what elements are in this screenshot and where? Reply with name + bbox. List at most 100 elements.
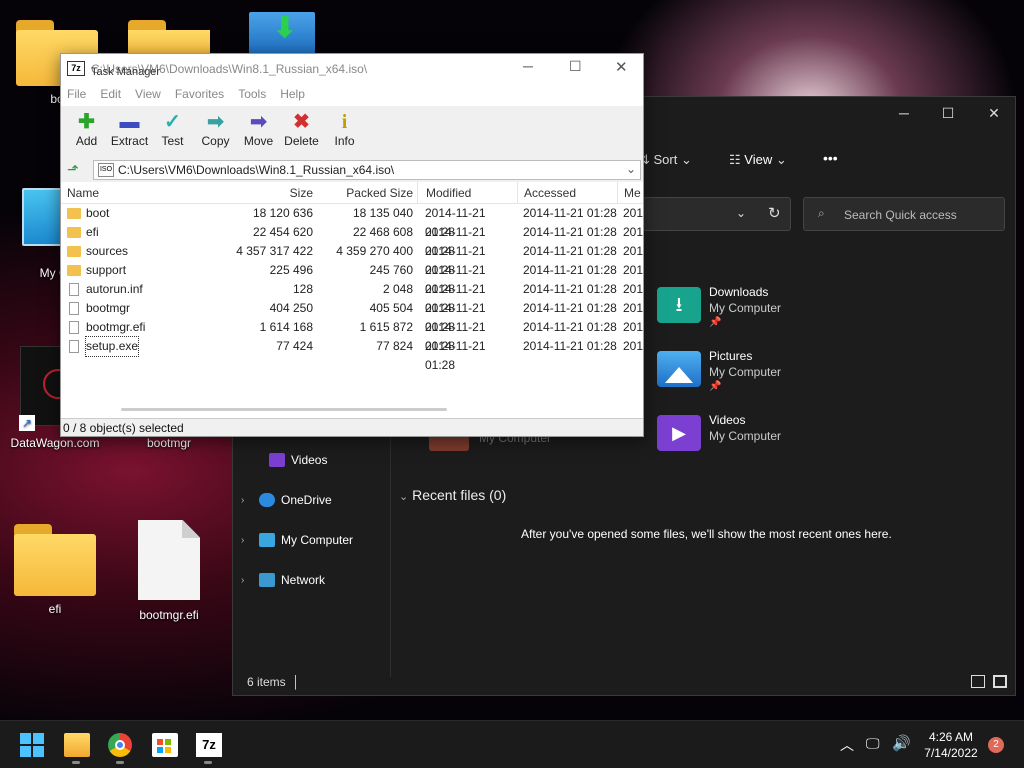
cloud-icon: [259, 493, 275, 507]
view-button[interactable]: ☷ View ⌄: [729, 152, 787, 168]
chrome-taskbar-icon[interactable]: [108, 733, 132, 757]
notification-badge[interactable]: 2: [988, 737, 1004, 753]
chevron-right-icon[interactable]: ›: [241, 535, 259, 546]
title-bar[interactable]: 7z C:\Users\VM6\Downloads\Win8.1_Russian…: [61, 54, 643, 84]
recent-files-title: Recent files (0): [412, 487, 507, 503]
7zip-taskbar-icon[interactable]: 7z: [196, 733, 222, 757]
table-row[interactable]: setup.exe 77 424 77 824 2014-11-21 01:28 201…: [61, 336, 643, 372]
tool-label: Move: [243, 134, 274, 148]
file-list[interactable]: Name Size Packed Size Modified Accessed …: [61, 182, 643, 418]
store-taskbar-icon[interactable]: [152, 733, 178, 757]
chevron-down-icon[interactable]: ⌄: [399, 491, 408, 503]
desktop-icon-bootmgr-efi[interactable]: bootmgr.efi: [114, 520, 224, 622]
chevron-down-icon[interactable]: ⌄: [736, 206, 746, 220]
maximize-button[interactable]: ☐: [933, 105, 963, 127]
file-name: autorun.inf: [86, 282, 143, 296]
info-button[interactable]: i Info: [323, 106, 366, 158]
minimize-button[interactable]: ─: [523, 58, 533, 74]
extract-button[interactable]: ▬ Extract: [108, 106, 151, 158]
pin-icon: 📌: [709, 317, 722, 328]
tiles-view-icon[interactable]: [993, 675, 1007, 688]
start-button-windows-icon[interactable]: [20, 733, 46, 757]
delete-button[interactable]: ✖ Delete: [280, 106, 323, 158]
cell-more: 201: [623, 339, 643, 353]
network-icon[interactable]: 🖵: [866, 735, 880, 752]
column-header-size[interactable]: Size: [221, 182, 317, 203]
chevron-down-icon[interactable]: ⌄: [626, 162, 636, 176]
quick-access-videos[interactable]: ▶ Videos My Computer: [657, 413, 917, 469]
close-button[interactable]: ✕: [615, 58, 628, 76]
file-name: bootmgr: [86, 301, 131, 315]
more-options-button[interactable]: •••: [823, 150, 838, 166]
nav-item-network[interactable]: › Network: [241, 569, 325, 591]
nav-item-label: Videos: [291, 453, 328, 467]
cell-size: 128: [292, 282, 313, 296]
column-header-accessed[interactable]: Accessed: [517, 182, 617, 203]
tool-label: Add: [75, 134, 98, 148]
recent-files-header[interactable]: ⌄ Recent files (0): [399, 487, 506, 503]
column-header-packed-size[interactable]: Packed Size: [317, 182, 417, 203]
monitor-download-icon[interactable]: ⬇: [249, 12, 315, 54]
refresh-icon[interactable]: ↻: [768, 204, 781, 222]
cell-more: 201: [623, 301, 643, 315]
cell-name: autorun.inf: [61, 280, 221, 299]
nav-item-my-computer[interactable]: › My Computer: [241, 529, 353, 551]
table-row[interactable]: bootmgr 404 250 405 504 2014-11-21 01:28 201…: [61, 299, 643, 334]
table-row[interactable]: boot 18 120 636 18 135 040 2014-11-21 01:28…: [61, 204, 643, 239]
volume-icon[interactable]: 🔊: [892, 734, 911, 752]
view-label: View: [744, 152, 773, 167]
table-row[interactable]: bootmgr.efi 1 614 168 1 615 872 2014-11-21 …: [61, 318, 643, 353]
chevron-up-icon[interactable]: ︿: [840, 735, 854, 755]
table-row[interactable]: support 225 496 245 760 2014-11-21 01:28 201…: [61, 261, 643, 296]
folder-icon[interactable]: [128, 20, 210, 60]
cell-name: efi: [61, 223, 221, 242]
desktop-icon-label: bootmgr.efi: [139, 608, 199, 622]
path-combobox[interactable]: ISO C:\Users\VM6\Downloads\Win8.1_Russia…: [93, 160, 641, 180]
menu-file[interactable]: File: [67, 84, 86, 106]
quick-access-pictures[interactable]: Pictures My Computer 📌: [657, 349, 917, 405]
copy-button[interactable]: ➡ Copy: [194, 106, 237, 158]
maximize-button[interactable]: ☐: [569, 58, 582, 75]
quick-access-location: My Computer: [709, 429, 782, 443]
7zip-file-manager-window[interactable]: 7z C:\Users\VM6\Downloads\Win8.1_Russian…: [60, 53, 644, 437]
menu-help[interactable]: Help: [280, 84, 305, 106]
file-explorer-taskbar-icon[interactable]: [64, 733, 90, 757]
cell-packed-size: 245 760: [369, 263, 413, 277]
move-button[interactable]: ➡ Move: [237, 106, 280, 158]
nav-item-onedrive[interactable]: › OneDrive: [241, 489, 332, 511]
minimize-button[interactable]: ─: [889, 105, 919, 127]
sort-button[interactable]: ⇅ Sort ⌄: [639, 152, 692, 168]
add-button[interactable]: ✚ Add: [65, 106, 108, 158]
menu-favorites[interactable]: Favorites: [175, 84, 224, 106]
clock[interactable]: 4:26 AM 7/14/2022: [920, 729, 982, 761]
desktop-icon-efi[interactable]: efi: [0, 524, 110, 616]
chevron-right-icon[interactable]: ›: [241, 575, 259, 586]
cell-name: sources: [61, 242, 221, 261]
desktop-icon-bootmgr[interactable]: bootmgr: [114, 436, 224, 450]
column-header-name[interactable]: Name: [61, 182, 221, 203]
chevron-right-icon[interactable]: ›: [241, 495, 259, 506]
downloads-folder-icon: ⭳: [657, 287, 701, 323]
cell-more: 201: [623, 244, 643, 258]
menu-tools[interactable]: Tools: [238, 84, 266, 106]
quick-access-downloads[interactable]: ⭳ Downloads My Computer 📌: [657, 285, 917, 341]
table-row[interactable]: efi 22 454 620 22 468 608 2014-11-21 01:28 2…: [61, 223, 643, 258]
tool-label: Copy: [201, 134, 230, 148]
folder-icon: [67, 246, 81, 257]
close-button[interactable]: ✕: [979, 105, 1009, 127]
nav-item-videos[interactable]: Videos: [269, 449, 327, 471]
up-folder-icon[interactable]: ⬏: [67, 161, 79, 178]
cell-packed-size: 77 824: [376, 339, 413, 353]
horizontal-scrollbar[interactable]: [121, 408, 447, 411]
menu-edit[interactable]: Edit: [100, 84, 121, 106]
search-input[interactable]: ⌕ Search Quick access: [803, 197, 1005, 231]
menu-view[interactable]: View: [135, 84, 161, 106]
details-view-icon[interactable]: [971, 675, 985, 688]
table-row[interactable]: sources 4 357 317 422 4 359 270 400 2014-11…: [61, 242, 643, 277]
delete-icon: ✖: [293, 111, 310, 133]
address-bar[interactable]: ⌄ ↻: [643, 197, 791, 231]
column-header-modified[interactable]: Modified: [417, 182, 517, 203]
test-button[interactable]: ✓ Test: [151, 106, 194, 158]
column-header-more[interactable]: Me: [617, 182, 643, 203]
table-row[interactable]: autorun.inf 128 2 048 2014-11-21 01:28 2014-…: [61, 280, 643, 315]
